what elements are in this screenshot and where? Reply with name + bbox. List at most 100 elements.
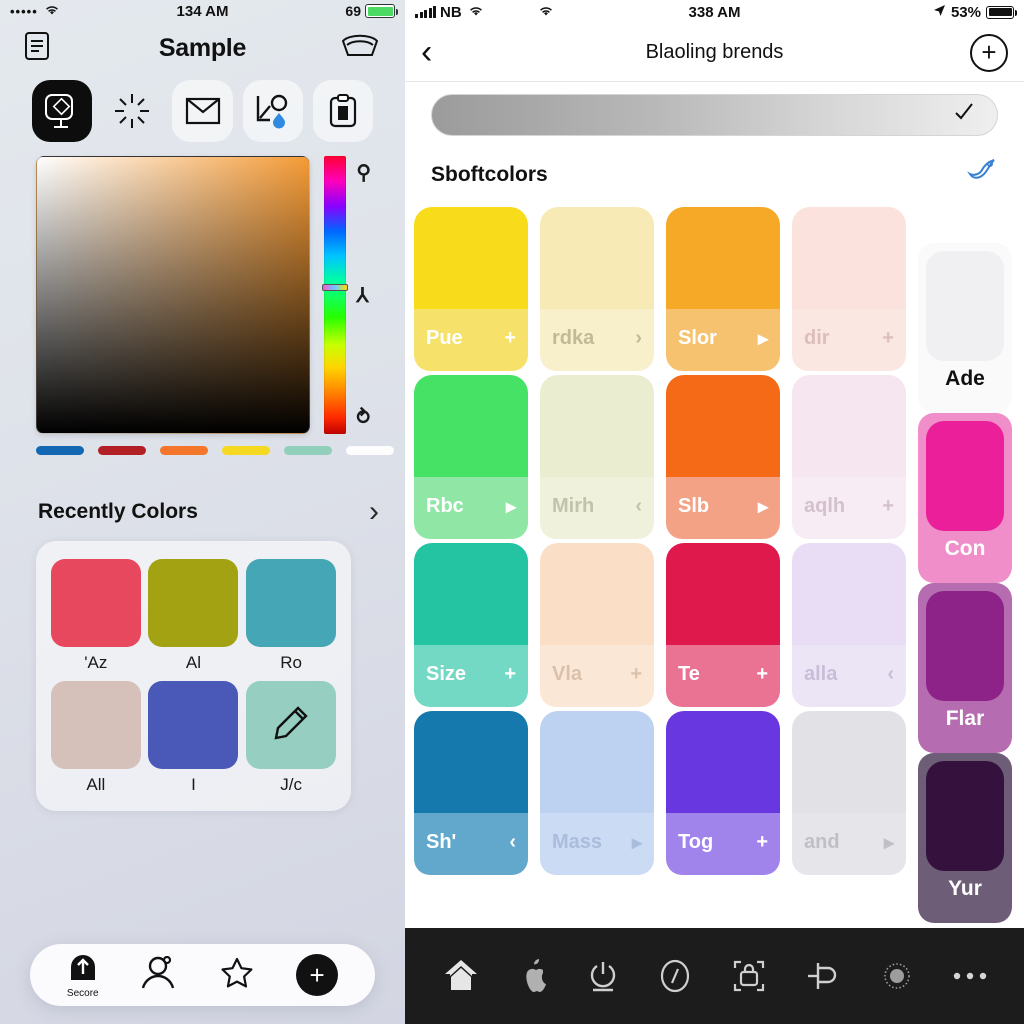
pin-icon[interactable] (804, 959, 842, 993)
side-color-tile[interactable] (926, 761, 1004, 871)
fan-icon[interactable] (339, 33, 381, 64)
lock-screen-icon[interactable] (730, 958, 768, 994)
envelope-chart-icon[interactable] (172, 80, 233, 142)
color-cell[interactable]: Sh' ‹ (408, 707, 534, 875)
color-swatch[interactable] (50, 559, 141, 647)
home-icon[interactable] (441, 956, 481, 996)
cell-action[interactable]: › (635, 327, 642, 350)
search-input[interactable] (431, 94, 998, 136)
cell-action[interactable]: + (756, 831, 768, 854)
preset-swatch[interactable] (36, 446, 84, 455)
list-item[interactable]: I (148, 681, 240, 795)
cell-action[interactable]: ‹ (635, 495, 642, 518)
color-cell[interactable]: rdka › (534, 203, 660, 371)
cell-action[interactable]: ▸ (506, 494, 516, 519)
color-cell[interactable]: Tog + (660, 707, 786, 875)
chevron-left-icon[interactable]: ‹ (421, 35, 432, 69)
color-cell[interactable]: Rbc ▸ (408, 371, 534, 539)
profile-tab[interactable] (140, 955, 178, 995)
list-item[interactable]: All (50, 681, 142, 795)
color-cell[interactable]: Slor ▸ (660, 203, 786, 371)
cell-action[interactable]: + (630, 663, 642, 686)
color-cell[interactable]: Vla + (534, 539, 660, 707)
hue-slider-knob[interactable] (322, 284, 349, 291)
cell-action[interactable]: + (504, 327, 516, 350)
wifi-icon (468, 4, 484, 21)
list-item[interactable]: J/c (245, 681, 337, 795)
preset-swatch[interactable] (160, 446, 208, 455)
color-cell[interactable]: dir + (786, 203, 912, 371)
power-icon[interactable] (585, 958, 621, 994)
star-icon (220, 956, 254, 995)
cell-action[interactable]: ‹ (887, 663, 894, 686)
color-swatch[interactable] (246, 681, 337, 769)
side-color-cell[interactable]: Ade (912, 243, 1018, 413)
list-item[interactable]: 'Az (50, 559, 142, 673)
cell-action[interactable]: + (882, 327, 894, 350)
side-color-cell[interactable]: Flar (912, 583, 1018, 753)
color-cell-bar: Slb ▸ (666, 477, 780, 539)
cell-action[interactable]: ▸ (758, 494, 768, 519)
side-color-tile[interactable] (926, 421, 1004, 531)
section-header: Sboftcolors (405, 136, 1024, 203)
cell-action[interactable]: ‹ (509, 831, 516, 854)
color-cell[interactable]: Mirh ‹ (534, 371, 660, 539)
cell-label: dir (804, 326, 830, 349)
ribbon-icon[interactable] (966, 156, 998, 193)
preset-swatch[interactable] (346, 446, 394, 455)
preset-swatch[interactable] (284, 446, 332, 455)
brightness-icon[interactable] (878, 957, 916, 995)
checkmark-icon (953, 101, 975, 129)
add-tab[interactable]: + (296, 954, 339, 996)
recent-colors-header: Recently Colors › (0, 455, 405, 527)
hue-slider[interactable] (322, 156, 349, 434)
left-phone-panel: ••••• 134 AM 69 Sample ⚲ ⅄ ⥁ Recently Co… (0, 0, 405, 1024)
cell-action[interactable]: + (882, 495, 894, 518)
chevron-right-icon[interactable]: › (369, 497, 379, 527)
cell-label: Te (678, 662, 700, 685)
cell-action[interactable]: ▸ (884, 830, 894, 855)
sparkle-burst-icon[interactable] (102, 80, 162, 142)
color-grid-wrap: Pue + rdka › Slor ▸ dir + Rbc ▸ Mirh ‹ S… (405, 203, 1024, 923)
clock-icon[interactable] (657, 958, 693, 994)
color-cell[interactable]: Te + (660, 539, 786, 707)
color-swatch[interactable] (50, 681, 141, 769)
color-swatch[interactable] (148, 681, 239, 769)
color-cell[interactable]: Slb ▸ (660, 371, 786, 539)
favorites-tab[interactable] (220, 956, 254, 995)
color-cell[interactable]: aqlh + (786, 371, 912, 539)
color-cell[interactable]: Mass ▸ (534, 707, 660, 875)
color-swatch[interactable] (246, 559, 337, 647)
saturation-value-area[interactable] (36, 156, 311, 434)
side-color-cell[interactable]: Con (912, 413, 1018, 583)
secure-tab[interactable]: Secore (67, 952, 99, 999)
color-cell[interactable]: Pue + (408, 203, 534, 371)
preset-swatch[interactable] (222, 446, 270, 455)
cell-label: Rbc (426, 494, 464, 517)
droplet-graph-icon[interactable] (242, 80, 303, 142)
cell-action[interactable]: ▸ (758, 326, 768, 351)
preset-swatch[interactable] (98, 446, 146, 455)
color-cell-bar: and ▸ (792, 813, 906, 875)
apple-icon[interactable] (517, 957, 549, 995)
side-color-cell[interactable]: Yur (912, 753, 1018, 923)
left-status-bar: ••••• 134 AM 69 (0, 0, 405, 22)
color-cell[interactable]: Size + (408, 539, 534, 707)
screen-stamp-icon[interactable] (32, 80, 93, 142)
clipboard-icon[interactable] (312, 80, 374, 142)
list-item[interactable]: Al (148, 559, 240, 673)
plus-circle-icon[interactable]: + (970, 33, 1008, 72)
more-icon[interactable] (952, 970, 988, 982)
cell-action[interactable]: ▸ (632, 830, 642, 855)
page-title: Sample (158, 33, 247, 62)
color-cell[interactable]: alla ‹ (786, 539, 912, 707)
cell-action[interactable]: + (756, 663, 768, 686)
side-color-tile[interactable] (926, 591, 1004, 701)
side-color-tile[interactable] (926, 251, 1004, 361)
recent-colors-grid: 'Az Al Ro All I J/c (36, 559, 351, 795)
list-item[interactable]: Ro (245, 559, 337, 673)
document-icon[interactable] (24, 31, 50, 66)
cell-action[interactable]: + (504, 663, 516, 686)
color-cell[interactable]: and ▸ (786, 707, 912, 875)
color-swatch[interactable] (148, 559, 239, 647)
